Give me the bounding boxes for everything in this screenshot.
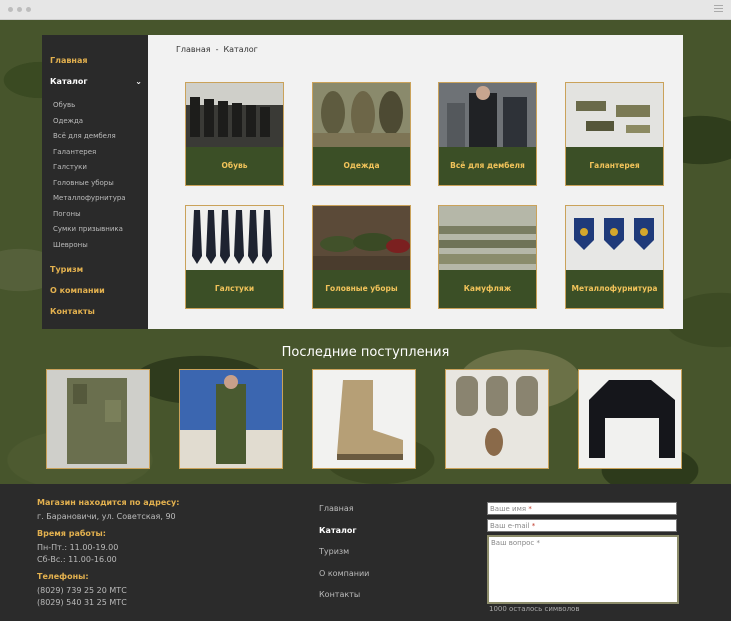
- category-label: Одежда: [343, 161, 380, 170]
- footer-nav-tourism[interactable]: Туризм: [319, 541, 439, 563]
- sidebar-subitem-haberdashery[interactable]: Галантерея: [42, 145, 148, 161]
- category-label: Головные уборы: [325, 284, 398, 293]
- category-image: [439, 83, 536, 147]
- name-placeholder: Ваше имя: [490, 505, 527, 513]
- category-card-shoes[interactable]: Обувь: [185, 82, 284, 186]
- required-mark: *: [531, 522, 536, 530]
- category-card-metal[interactable]: Металлофурнитура: [565, 205, 664, 309]
- hours-weekend: Сб-Вс.: 11.00-16.00: [37, 555, 117, 564]
- latest-arrivals-title: Последние поступления: [281, 345, 450, 360]
- name-field[interactable]: Ваше имя *: [487, 502, 677, 515]
- footer-nav-contacts[interactable]: Контакты: [319, 584, 439, 606]
- latest-item-4[interactable]: [445, 369, 549, 469]
- category-label: Камуфляж: [463, 284, 512, 293]
- chevron-down-icon: ⌄: [135, 77, 142, 86]
- category-image: [439, 206, 536, 270]
- breadcrumb-current: Каталог: [223, 45, 258, 54]
- category-label: Металлофурнитура: [571, 284, 658, 293]
- latest-item-5[interactable]: [578, 369, 682, 469]
- footer-nav: Главная Каталог Туризм О компании Контак…: [319, 498, 439, 606]
- category-card-ties[interactable]: Галстуки: [185, 205, 284, 309]
- address-title: Магазин находится по адресу:: [37, 498, 180, 507]
- category-image: [186, 206, 283, 270]
- category-image: [566, 206, 663, 270]
- hours-weekdays: Пн-Пт.: 11.00-19.00: [37, 543, 119, 552]
- category-label: Галантерея: [589, 161, 640, 170]
- email-placeholder: Ваш e-mail: [490, 522, 530, 530]
- catalog-panel: Главная - Каталог Обувь Одежда Всё для дем…: [148, 35, 683, 329]
- phones-title: Телефоны:: [37, 572, 89, 581]
- category-label: Галстуки: [214, 284, 255, 293]
- category-image: [313, 206, 410, 270]
- sidebar-item-tourism[interactable]: Туризм: [42, 259, 148, 280]
- sidebar-subitem-ties[interactable]: Галстуки: [42, 160, 148, 176]
- required-mark: *: [528, 505, 532, 513]
- footer-info: Магазин находится по адресу: г. Баранови…: [37, 498, 257, 609]
- required-mark: *: [536, 539, 541, 547]
- category-label: Обувь: [221, 161, 248, 170]
- question-placeholder: Ваш вопрос: [491, 539, 535, 547]
- window-dots: [8, 7, 31, 12]
- latest-item-2[interactable]: [179, 369, 283, 469]
- phone-1: (8029) 739 25 20 МТС: [37, 586, 127, 595]
- breadcrumb-home[interactable]: Главная: [176, 45, 211, 54]
- category-card-clothes[interactable]: Одежда: [312, 82, 411, 186]
- sidebar-subitem-clothes[interactable]: Одежда: [42, 114, 148, 130]
- question-textarea[interactable]: Ваш вопрос *: [487, 535, 679, 604]
- category-card-haberdashery[interactable]: Галантерея: [565, 82, 664, 186]
- sidebar-subitem-chevrons[interactable]: Шевроны: [42, 238, 148, 254]
- sidebar-item-contacts[interactable]: Контакты: [42, 301, 148, 322]
- category-image: [186, 83, 283, 147]
- sidebar-subitem-epaulets[interactable]: Погоны: [42, 207, 148, 223]
- latest-item-1[interactable]: [46, 369, 150, 469]
- char-counter: 1000 осталось символов: [489, 605, 580, 613]
- sidebar-item-catalog[interactable]: Каталог ⌄: [42, 71, 148, 92]
- category-image: [313, 83, 410, 147]
- breadcrumb-separator: -: [215, 45, 219, 54]
- sidebar-item-label: Каталог: [50, 77, 88, 86]
- email-field[interactable]: Ваш e-mail *: [487, 519, 677, 532]
- footer-nav-catalog[interactable]: Каталог: [319, 520, 439, 542]
- sidebar-subitem-bags[interactable]: Сумки призывника: [42, 222, 148, 238]
- address: г. Барановичи, ул. Советская, 90: [37, 512, 176, 521]
- footer-nav-home[interactable]: Главная: [319, 498, 439, 520]
- browser-chrome: [0, 0, 731, 20]
- category-card-dembel[interactable]: Всё для дембеля: [438, 82, 537, 186]
- sidebar-subitem-dembel[interactable]: Всё для дембеля: [42, 129, 148, 145]
- category-card-headwear[interactable]: Головные уборы: [312, 205, 411, 309]
- sidebar: Главная Каталог ⌄ Обувь Одежда Всё для де…: [42, 35, 148, 329]
- phone-2: (8029) 540 31 25 МТС: [37, 598, 127, 607]
- sidebar-item-about[interactable]: О компании: [42, 280, 148, 301]
- sidebar-item-home[interactable]: Главная: [42, 50, 148, 71]
- sidebar-subitem-shoes[interactable]: Обувь: [42, 98, 148, 114]
- sidebar-subitem-metal[interactable]: Металлофурнитура: [42, 191, 148, 207]
- hours-title: Время работы:: [37, 529, 106, 538]
- category-card-camo[interactable]: Камуфляж: [438, 205, 537, 309]
- category-image: [566, 83, 663, 147]
- footer-nav-about[interactable]: О компании: [319, 563, 439, 585]
- hamburger-icon[interactable]: [714, 5, 723, 14]
- category-label: Всё для дембеля: [450, 161, 525, 170]
- breadcrumb: Главная - Каталог: [176, 45, 258, 54]
- latest-item-3[interactable]: [312, 369, 416, 469]
- sidebar-subitem-headwear[interactable]: Головные уборы: [42, 176, 148, 192]
